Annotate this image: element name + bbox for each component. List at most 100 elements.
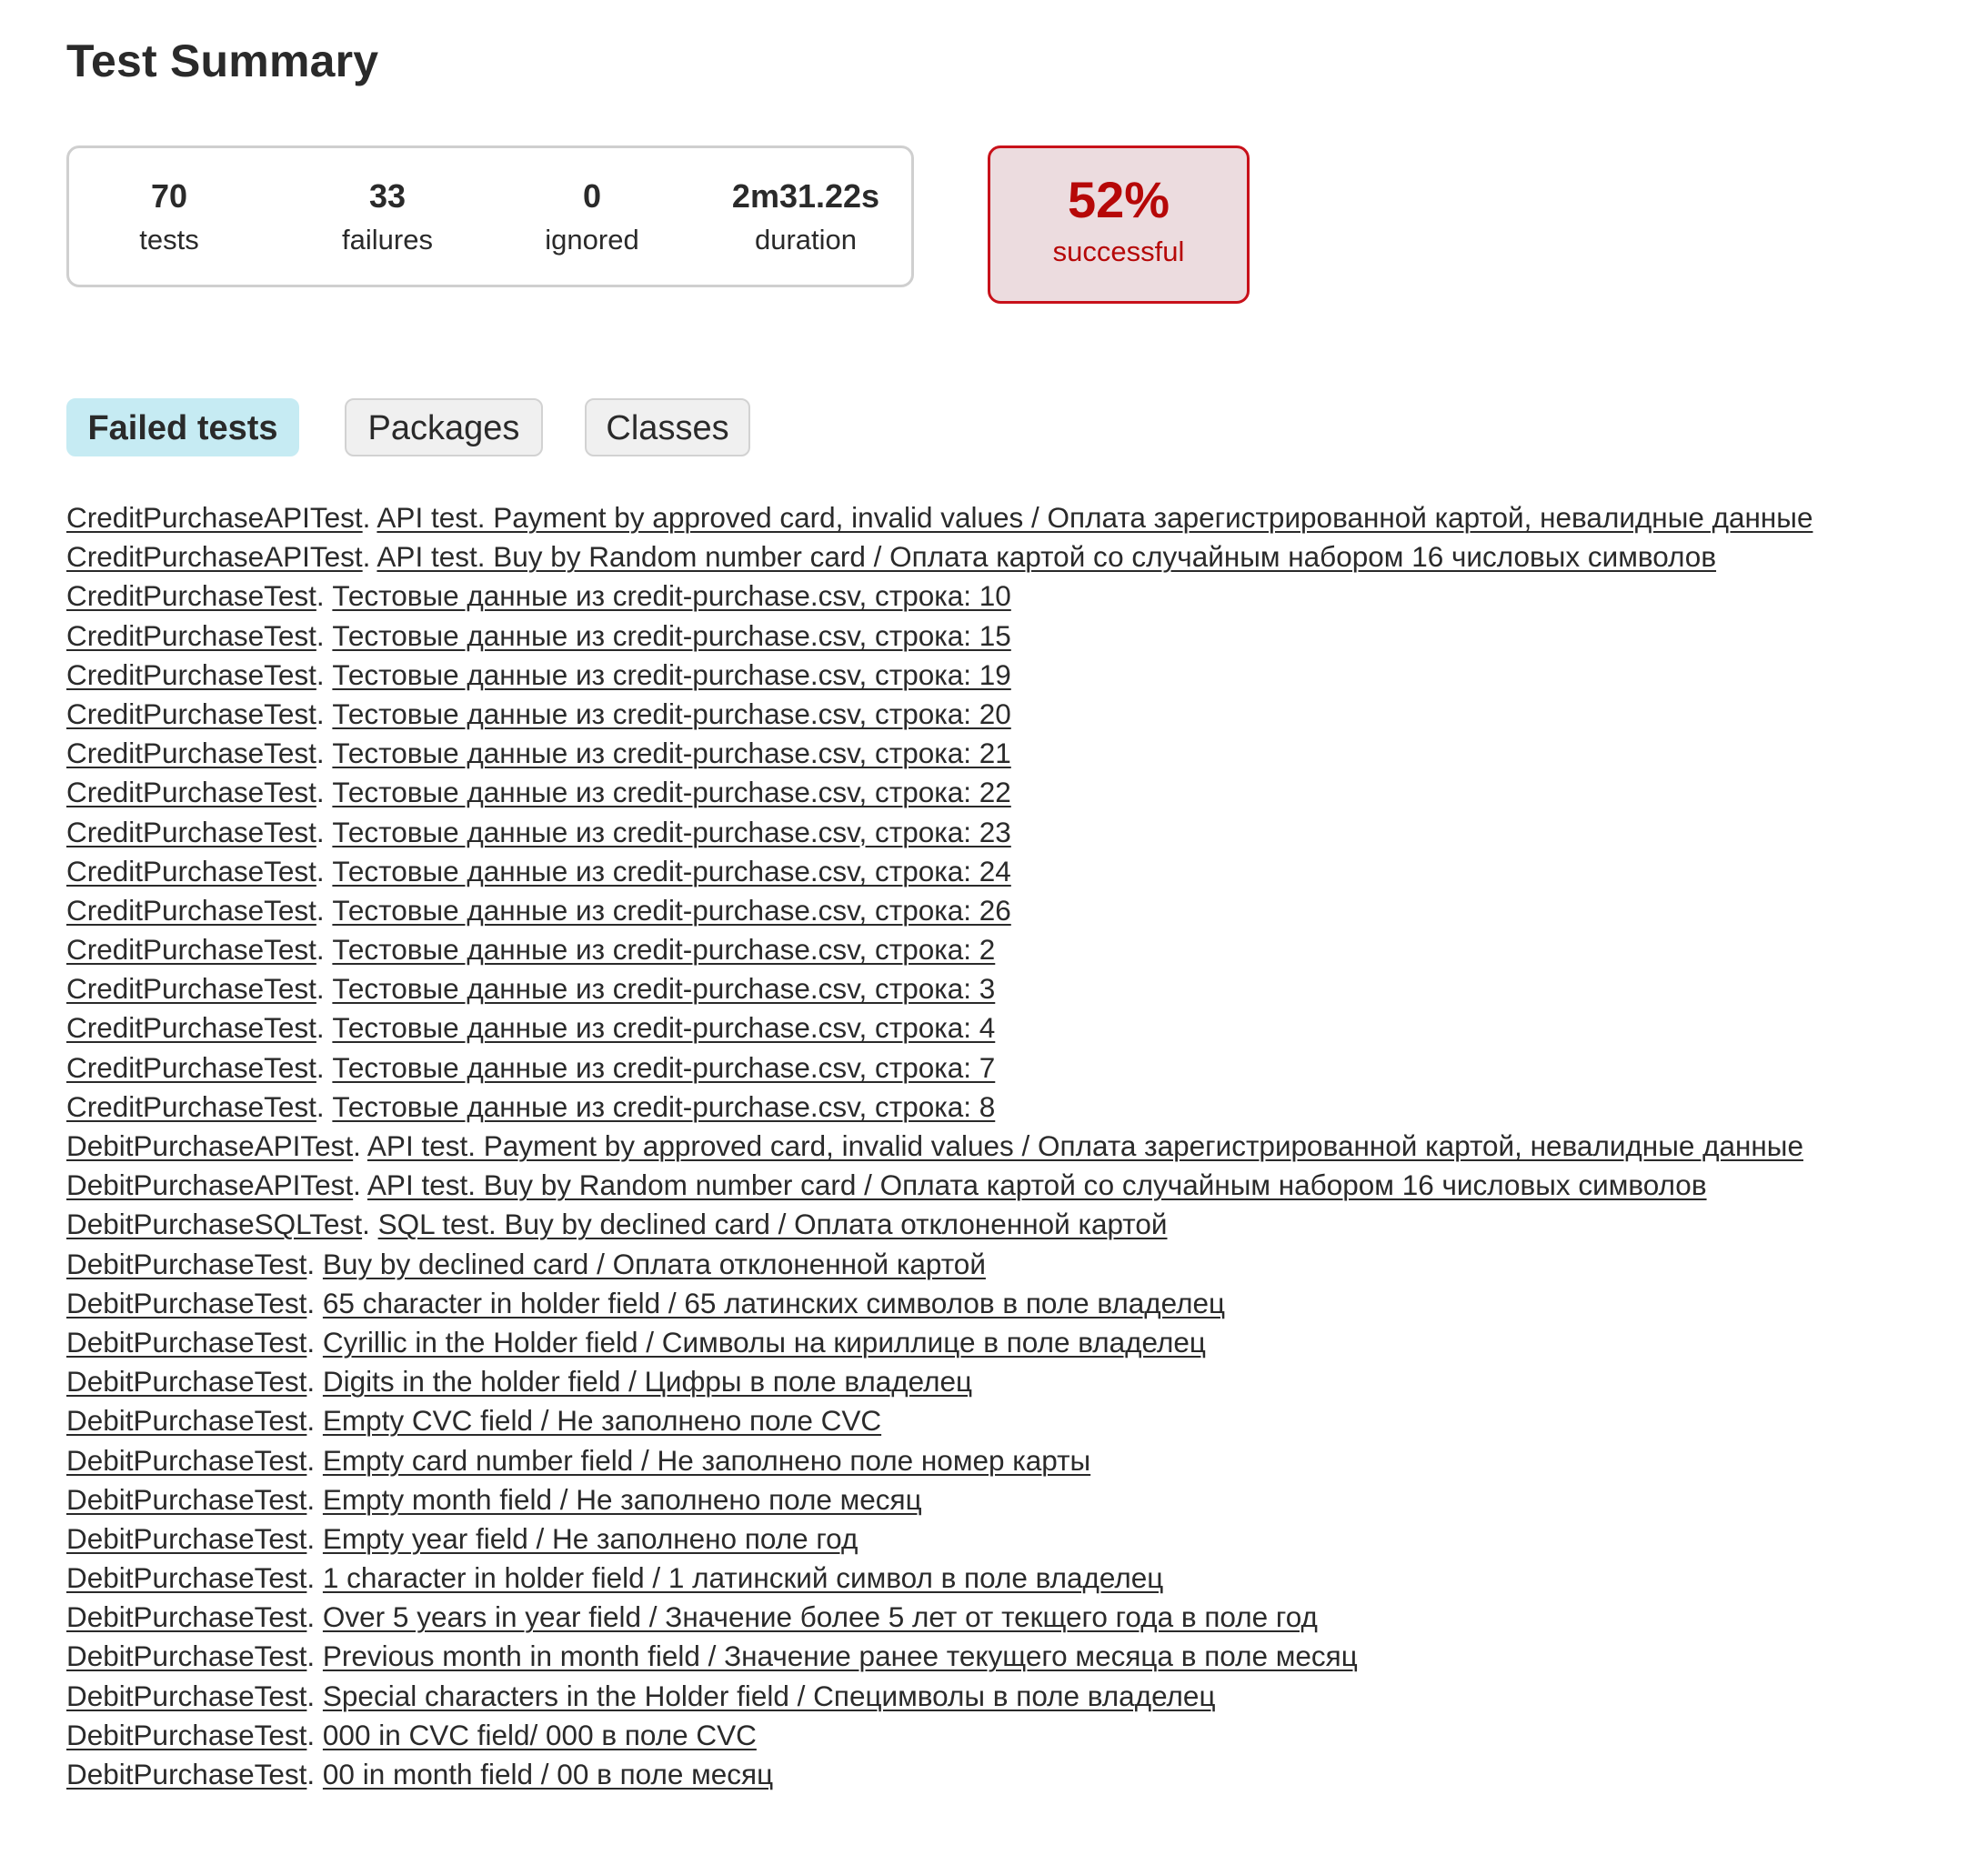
- test-method-link[interactable]: Тестовые данные из credit-purchase.csv, …: [332, 658, 1010, 691]
- test-method-link[interactable]: API test. Buy by Random number card / Оп…: [367, 1168, 1707, 1201]
- test-method-link[interactable]: Тестовые данные из credit-purchase.csv, …: [332, 776, 1010, 808]
- test-class-link[interactable]: CreditPurchaseTest: [66, 933, 316, 966]
- test-class-link[interactable]: CreditPurchaseTest: [66, 855, 316, 887]
- failed-test-row: CreditPurchaseAPITest. API test. Payment…: [66, 498, 1812, 537]
- test-method-link[interactable]: Тестовые данные из credit-purchase.csv, …: [332, 855, 1010, 887]
- test-class-link[interactable]: CreditPurchaseTest: [66, 776, 316, 808]
- failed-test-row: CreditPurchaseTest. Тестовые данные из c…: [66, 852, 1812, 891]
- separator-dot: .: [306, 1718, 323, 1751]
- duration-label: duration: [754, 224, 858, 256]
- success-rate-value: 52%: [1067, 171, 1170, 228]
- failed-test-row: DebitPurchaseTest. Cyrillic in the Holde…: [66, 1323, 1812, 1362]
- failed-test-row: DebitPurchaseTest. Empty year field / Не…: [66, 1519, 1812, 1559]
- test-method-link[interactable]: API test. Buy by Random number card / Оп…: [377, 540, 1716, 573]
- test-method-link[interactable]: Digits in the holder field / Цифры в пол…: [323, 1365, 972, 1398]
- test-class-link[interactable]: DebitPurchaseTest: [66, 1758, 306, 1790]
- test-class-link[interactable]: DebitPurchaseTest: [66, 1326, 306, 1359]
- test-method-link[interactable]: Over 5 years in year field / Значение бо…: [323, 1600, 1318, 1633]
- test-class-link[interactable]: DebitPurchaseTest: [66, 1639, 306, 1672]
- test-method-link[interactable]: 65 character in holder field / 65 латинс…: [323, 1287, 1225, 1319]
- test-method-link[interactable]: Тестовые данные из credit-purchase.csv, …: [332, 933, 995, 966]
- test-method-link[interactable]: Cyrillic in the Holder field / Символы н…: [323, 1326, 1206, 1359]
- test-class-link[interactable]: CreditPurchaseTest: [66, 894, 316, 927]
- separator-dot: .: [316, 657, 333, 691]
- test-method-link[interactable]: Тестовые данные из credit-purchase.csv, …: [332, 579, 1010, 612]
- test-method-link[interactable]: Тестовые данные из credit-purchase.csv, …: [332, 972, 995, 1005]
- test-class-link[interactable]: DebitPurchaseTest: [66, 1680, 306, 1712]
- tab-classes[interactable]: Classes: [585, 398, 750, 456]
- failed-test-row: DebitPurchaseSQLTest. SQL test. Buy by d…: [66, 1205, 1812, 1244]
- test-method-link[interactable]: Тестовые данные из credit-purchase.csv, …: [332, 1011, 995, 1044]
- page-title: Test Summary: [66, 35, 379, 86]
- test-class-link[interactable]: CreditPurchaseTest: [66, 579, 316, 612]
- tab-packages[interactable]: Packages: [345, 398, 543, 456]
- test-class-link[interactable]: CreditPurchaseTest: [66, 1051, 316, 1084]
- separator-dot: .: [306, 1758, 323, 1790]
- test-class-link[interactable]: DebitPurchaseAPITest: [66, 1129, 353, 1162]
- test-class-link[interactable]: DebitPurchaseTest: [66, 1522, 306, 1555]
- failed-test-row: CreditPurchaseTest. Тестовые данные из c…: [66, 773, 1812, 812]
- success-rate-badge: 52% successful: [988, 145, 1250, 304]
- test-class-link[interactable]: DebitPurchaseSQLTest: [66, 1208, 362, 1240]
- test-method-link[interactable]: Buy by declined card / Оплата отклоненно…: [323, 1248, 986, 1280]
- test-class-link[interactable]: CreditPurchaseAPITest: [66, 501, 363, 534]
- separator-dot: .: [316, 1050, 333, 1084]
- test-class-link[interactable]: CreditPurchaseTest: [66, 658, 316, 691]
- test-method-link[interactable]: Тестовые данные из credit-purchase.csv, …: [332, 697, 1010, 730]
- failed-test-row: DebitPurchaseTest. Special characters in…: [66, 1677, 1812, 1716]
- test-class-link[interactable]: CreditPurchaseTest: [66, 972, 316, 1005]
- test-method-link[interactable]: Previous month in month field / Значение…: [323, 1639, 1358, 1672]
- separator-dot: .: [353, 1129, 367, 1162]
- test-method-link[interactable]: Тестовые данные из credit-purchase.csv, …: [332, 619, 1010, 652]
- failed-test-row: DebitPurchaseTest. 1 character in holder…: [66, 1559, 1812, 1598]
- test-class-link[interactable]: DebitPurchaseTest: [66, 1444, 306, 1477]
- test-method-link[interactable]: Тестовые данные из credit-purchase.csv, …: [332, 1090, 995, 1123]
- test-class-link[interactable]: DebitPurchaseTest: [66, 1365, 306, 1398]
- test-method-link[interactable]: Тестовые данные из credit-purchase.csv, …: [332, 737, 1010, 769]
- test-method-link[interactable]: API test. Payment by approved card, inva…: [377, 501, 1812, 534]
- test-method-link[interactable]: 1 character in holder field / 1 латински…: [323, 1561, 1163, 1594]
- test-class-link[interactable]: CreditPurchaseTest: [66, 737, 316, 769]
- separator-dot: .: [306, 1247, 323, 1280]
- test-method-link[interactable]: Тестовые данные из credit-purchase.csv, …: [332, 1051, 995, 1084]
- test-class-link[interactable]: CreditPurchaseTest: [66, 1090, 316, 1123]
- separator-dot: .: [316, 933, 333, 967]
- test-class-link[interactable]: DebitPurchaseTest: [66, 1287, 306, 1319]
- test-class-link[interactable]: DebitPurchaseTest: [66, 1719, 306, 1751]
- tests-label: tests: [139, 224, 199, 256]
- test-method-link[interactable]: API test. Payment by approved card, inva…: [367, 1129, 1803, 1162]
- test-method-link[interactable]: Empty card number field / Не заполнено п…: [323, 1444, 1090, 1477]
- test-method-link[interactable]: Empty CVC field / Не заполнено поле CVC: [323, 1404, 881, 1437]
- failures-label: failures: [342, 224, 433, 256]
- separator-dot: .: [306, 1679, 323, 1712]
- test-method-link[interactable]: 000 in CVC field/ 000 в поле CVC: [323, 1719, 757, 1751]
- tab-failed-tests[interactable]: Failed tests: [66, 398, 299, 456]
- separator-dot: .: [306, 1639, 323, 1673]
- test-class-link[interactable]: DebitPurchaseTest: [66, 1561, 306, 1594]
- test-method-link[interactable]: Тестовые данные из credit-purchase.csv, …: [332, 894, 1010, 927]
- test-class-link[interactable]: CreditPurchaseTest: [66, 697, 316, 730]
- test-class-link[interactable]: DebitPurchaseTest: [66, 1404, 306, 1437]
- failures-count: 33: [368, 177, 407, 215]
- separator-dot: .: [316, 776, 333, 809]
- test-class-link[interactable]: DebitPurchaseTest: [66, 1248, 306, 1280]
- separator-dot: .: [316, 1011, 333, 1045]
- failed-test-row: CreditPurchaseTest. Тестовые данные из c…: [66, 734, 1812, 773]
- separator-dot: .: [306, 1404, 323, 1438]
- test-class-link[interactable]: CreditPurchaseTest: [66, 1011, 316, 1044]
- failed-tests-list: CreditPurchaseAPITest. API test. Payment…: [66, 498, 1812, 1794]
- test-method-link[interactable]: Empty year field / Не заполнено поле год: [323, 1522, 858, 1555]
- test-class-link[interactable]: CreditPurchaseTest: [66, 619, 316, 652]
- failed-test-row: CreditPurchaseTest. Тестовые данные из c…: [66, 969, 1812, 1008]
- test-class-link[interactable]: CreditPurchaseTest: [66, 816, 316, 848]
- test-method-link[interactable]: SQL test. Buy by declined card / Оплата …: [378, 1208, 1168, 1240]
- test-method-link[interactable]: Special characters in the Holder field /…: [323, 1680, 1216, 1712]
- test-class-link[interactable]: DebitPurchaseTest: [66, 1600, 306, 1633]
- separator-dot: .: [306, 1561, 323, 1595]
- test-method-link[interactable]: 00 in month field / 00 в поле месяц: [323, 1758, 773, 1790]
- test-method-link[interactable]: Тестовые данные из credit-purchase.csv, …: [332, 816, 1010, 848]
- test-method-link[interactable]: Empty month field / Не заполнено поле ме…: [323, 1483, 922, 1516]
- test-class-link[interactable]: DebitPurchaseTest: [66, 1483, 306, 1516]
- test-class-link[interactable]: DebitPurchaseAPITest: [66, 1168, 353, 1201]
- test-class-link[interactable]: CreditPurchaseAPITest: [66, 540, 363, 573]
